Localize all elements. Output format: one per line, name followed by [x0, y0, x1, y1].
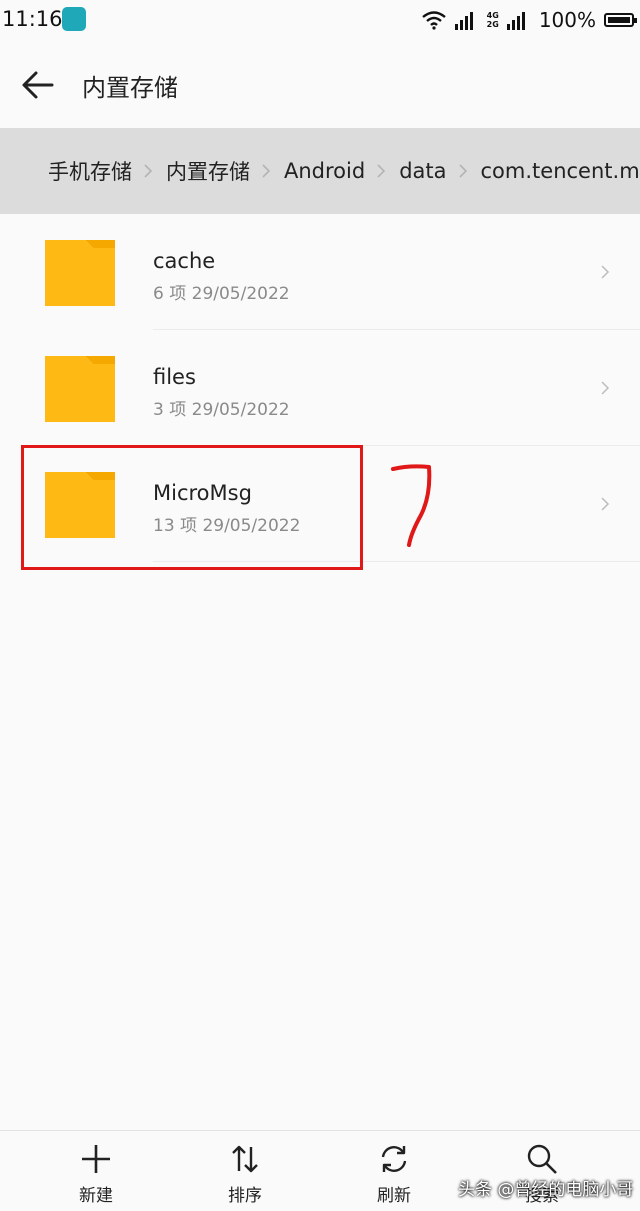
folder-name: files: [153, 365, 196, 389]
back-arrow-icon[interactable]: [18, 65, 58, 105]
folder-name: cache: [153, 249, 216, 273]
status-indicators: 4G 2G 100%: [421, 5, 637, 35]
chevron-right-icon: [601, 265, 610, 279]
breadcrumb-android[interactable]: Android: [284, 159, 365, 183]
new-label: 新建: [79, 1186, 113, 1206]
chevron-right-icon: [458, 164, 467, 178]
scan-app-icon: [62, 7, 86, 31]
new-button[interactable]: 新建: [51, 1141, 141, 1206]
breadcrumb-phone-storage[interactable]: 手机存储: [48, 156, 132, 186]
signal-icon-2: [506, 12, 525, 30]
refresh-label: 刷新: [377, 1186, 411, 1206]
folder-meta: 3 项 29/05/2022: [153, 400, 290, 420]
breadcrumb: 手机存储 内置存储 Android data com.tencent.mm: [0, 128, 640, 214]
sort-icon: [232, 1145, 258, 1173]
annotation-step-7-mark: [391, 464, 432, 547]
breadcrumb-com-tencent-mm[interactable]: com.tencent.mm: [481, 159, 640, 183]
battery-icon: [604, 13, 637, 27]
sort-label: 排序: [228, 1186, 262, 1206]
signal-icon: [454, 12, 473, 30]
folder-item-files[interactable]: files 3 项 29/05/2022: [0, 330, 640, 446]
refresh-icon: [381, 1146, 407, 1172]
folder-icon: [45, 240, 115, 306]
folder-meta: 6 项 29/05/2022: [153, 284, 290, 304]
chevron-right-icon: [144, 164, 153, 178]
breadcrumb-data[interactable]: data: [399, 159, 446, 183]
refresh-button[interactable]: 刷新: [349, 1141, 439, 1206]
chevron-right-icon: [601, 497, 610, 511]
watermark: 头条 @曾经的电脑小哥: [458, 1180, 634, 1200]
network-type-top: 4G: [486, 11, 499, 20]
network-type: 4G 2G: [487, 11, 499, 29]
chevron-right-icon: [262, 164, 271, 178]
sort-button[interactable]: 排序: [200, 1141, 290, 1206]
status-time: 11:16: [2, 7, 63, 31]
chevron-right-icon: [601, 381, 610, 395]
network-type-bottom: 2G: [486, 20, 499, 29]
annotation-highlight-box: [21, 445, 363, 570]
folder-icon: [45, 356, 115, 422]
folder-item-cache[interactable]: cache 6 项 29/05/2022: [0, 214, 640, 330]
chevron-right-icon: [377, 164, 386, 178]
breadcrumb-internal-storage[interactable]: 内置存储: [166, 156, 250, 186]
header: 内置存储: [0, 50, 640, 120]
plus-icon: [82, 1145, 110, 1173]
battery-percent: 100%: [538, 8, 596, 32]
status-bar: 11:16 4G 2G 100%: [0, 0, 640, 40]
search-icon: [527, 1144, 557, 1174]
wifi-icon: [421, 11, 446, 30]
page-title: 内置存储: [82, 74, 178, 102]
